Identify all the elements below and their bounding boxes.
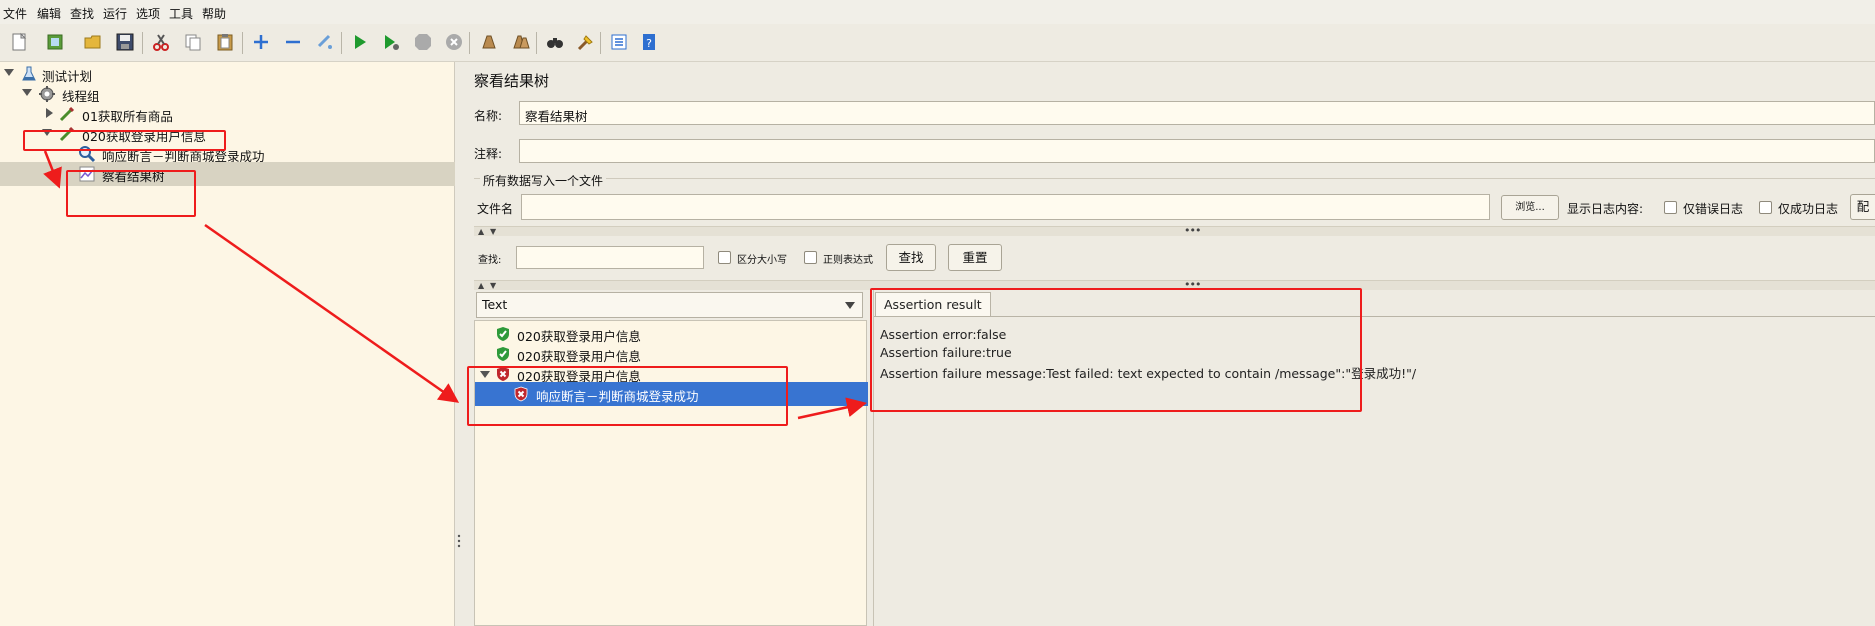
search-label: 查找: — [478, 255, 502, 266]
menu-run[interactable]: 运行 — [103, 5, 127, 22]
panel-title: 察看结果树 — [474, 72, 550, 90]
menu-file[interactable]: 文件 — [3, 5, 27, 22]
success-shield-icon — [495, 326, 511, 342]
case-sensitive-checkbox[interactable] — [718, 251, 731, 264]
clear-icon[interactable] — [476, 29, 502, 55]
http-sampler-icon — [58, 105, 76, 123]
comment-label: 注释: — [474, 147, 503, 161]
templates-icon[interactable] — [42, 29, 68, 55]
stop-icon[interactable] — [410, 29, 436, 55]
menu-help[interactable]: 帮助 — [202, 5, 226, 22]
collapse-icon[interactable] — [280, 29, 306, 55]
divider-up-arrow-icon[interactable]: ▲ — [478, 228, 484, 236]
thread-group-icon — [38, 85, 56, 103]
test-plan-icon — [20, 65, 38, 83]
svg-text:?: ? — [646, 37, 652, 50]
name-field[interactable]: 察看结果树 — [519, 101, 1875, 125]
browse-button[interactable]: 浏览... — [1501, 195, 1559, 220]
split-divider-top[interactable] — [474, 226, 1875, 236]
success-only-checkbox[interactable] — [1759, 201, 1772, 214]
menu-edit[interactable]: 编辑 — [37, 5, 61, 22]
expand-icon[interactable] — [248, 29, 274, 55]
open-icon[interactable] — [80, 29, 106, 55]
errors-only-label: 仅错误日志 — [1683, 202, 1744, 216]
reset-button[interactable]: 重置 — [948, 244, 1002, 271]
menu-tools[interactable]: 工具 — [169, 5, 193, 22]
start-no-pauses-icon[interactable] — [378, 29, 404, 55]
filename-field[interactable] — [521, 194, 1490, 220]
log-content-label: 显示日志内容: — [1567, 202, 1644, 216]
toggle-icon[interactable] — [312, 29, 338, 55]
search-icon[interactable] — [542, 29, 568, 55]
errors-only-checkbox[interactable] — [1664, 201, 1677, 214]
annotation-box-failed-result — [467, 366, 788, 426]
find-button[interactable]: 查找 — [886, 244, 936, 271]
case-sensitive-label: 区分大小写 — [737, 255, 787, 266]
copy-icon[interactable] — [180, 29, 206, 55]
renderer-selected-value: Text — [482, 297, 508, 312]
filename-label: 文件名 — [477, 202, 514, 216]
annotation-box-sampler — [23, 130, 226, 151]
name-label: 名称: — [474, 109, 503, 123]
regex-checkbox[interactable] — [804, 251, 817, 264]
paste-icon[interactable] — [212, 29, 238, 55]
annotation-box-listener — [66, 170, 196, 217]
new-icon[interactable] — [6, 29, 32, 55]
menu-bar: 文件 编辑 查找 运行 选项 工具 帮助 — [0, 0, 1875, 24]
menu-search[interactable]: 查找 — [70, 5, 94, 22]
start-icon[interactable] — [347, 29, 373, 55]
divider-grip-icon[interactable]: ••• — [1184, 225, 1201, 236]
file-section-border — [474, 178, 1875, 179]
annotation-box-assertion-result — [870, 288, 1362, 412]
divider-down-arrow-icon[interactable]: ▼ — [490, 228, 496, 236]
regex-label: 正则表达式 — [823, 255, 873, 266]
success-shield-icon — [495, 346, 511, 362]
save-icon[interactable] — [112, 29, 138, 55]
shutdown-icon[interactable] — [441, 29, 467, 55]
splitter-grip-icon[interactable] — [457, 533, 461, 549]
divider-up-arrow-icon[interactable]: ▲ — [478, 282, 484, 290]
file-section-title: 所有数据写入一个文件 — [480, 172, 607, 189]
clear-all-icon[interactable] — [508, 29, 534, 55]
search-input[interactable] — [516, 246, 704, 269]
chevron-down-icon[interactable] — [845, 302, 855, 309]
help-icon[interactable]: ? — [636, 29, 662, 55]
function-helper-icon[interactable] — [606, 29, 632, 55]
renderer-select[interactable]: Text — [476, 292, 863, 318]
menu-options[interactable]: 选项 — [136, 5, 160, 22]
cut-icon[interactable] — [148, 29, 174, 55]
comment-field[interactable] — [519, 139, 1875, 163]
divider-down-arrow-icon[interactable]: ▼ — [490, 282, 496, 290]
configure-button[interactable]: 配 — [1850, 194, 1875, 220]
toolbar: ? — [0, 24, 1875, 62]
success-only-label: 仅成功日志 — [1778, 202, 1839, 216]
reset-search-icon[interactable] — [572, 29, 598, 55]
